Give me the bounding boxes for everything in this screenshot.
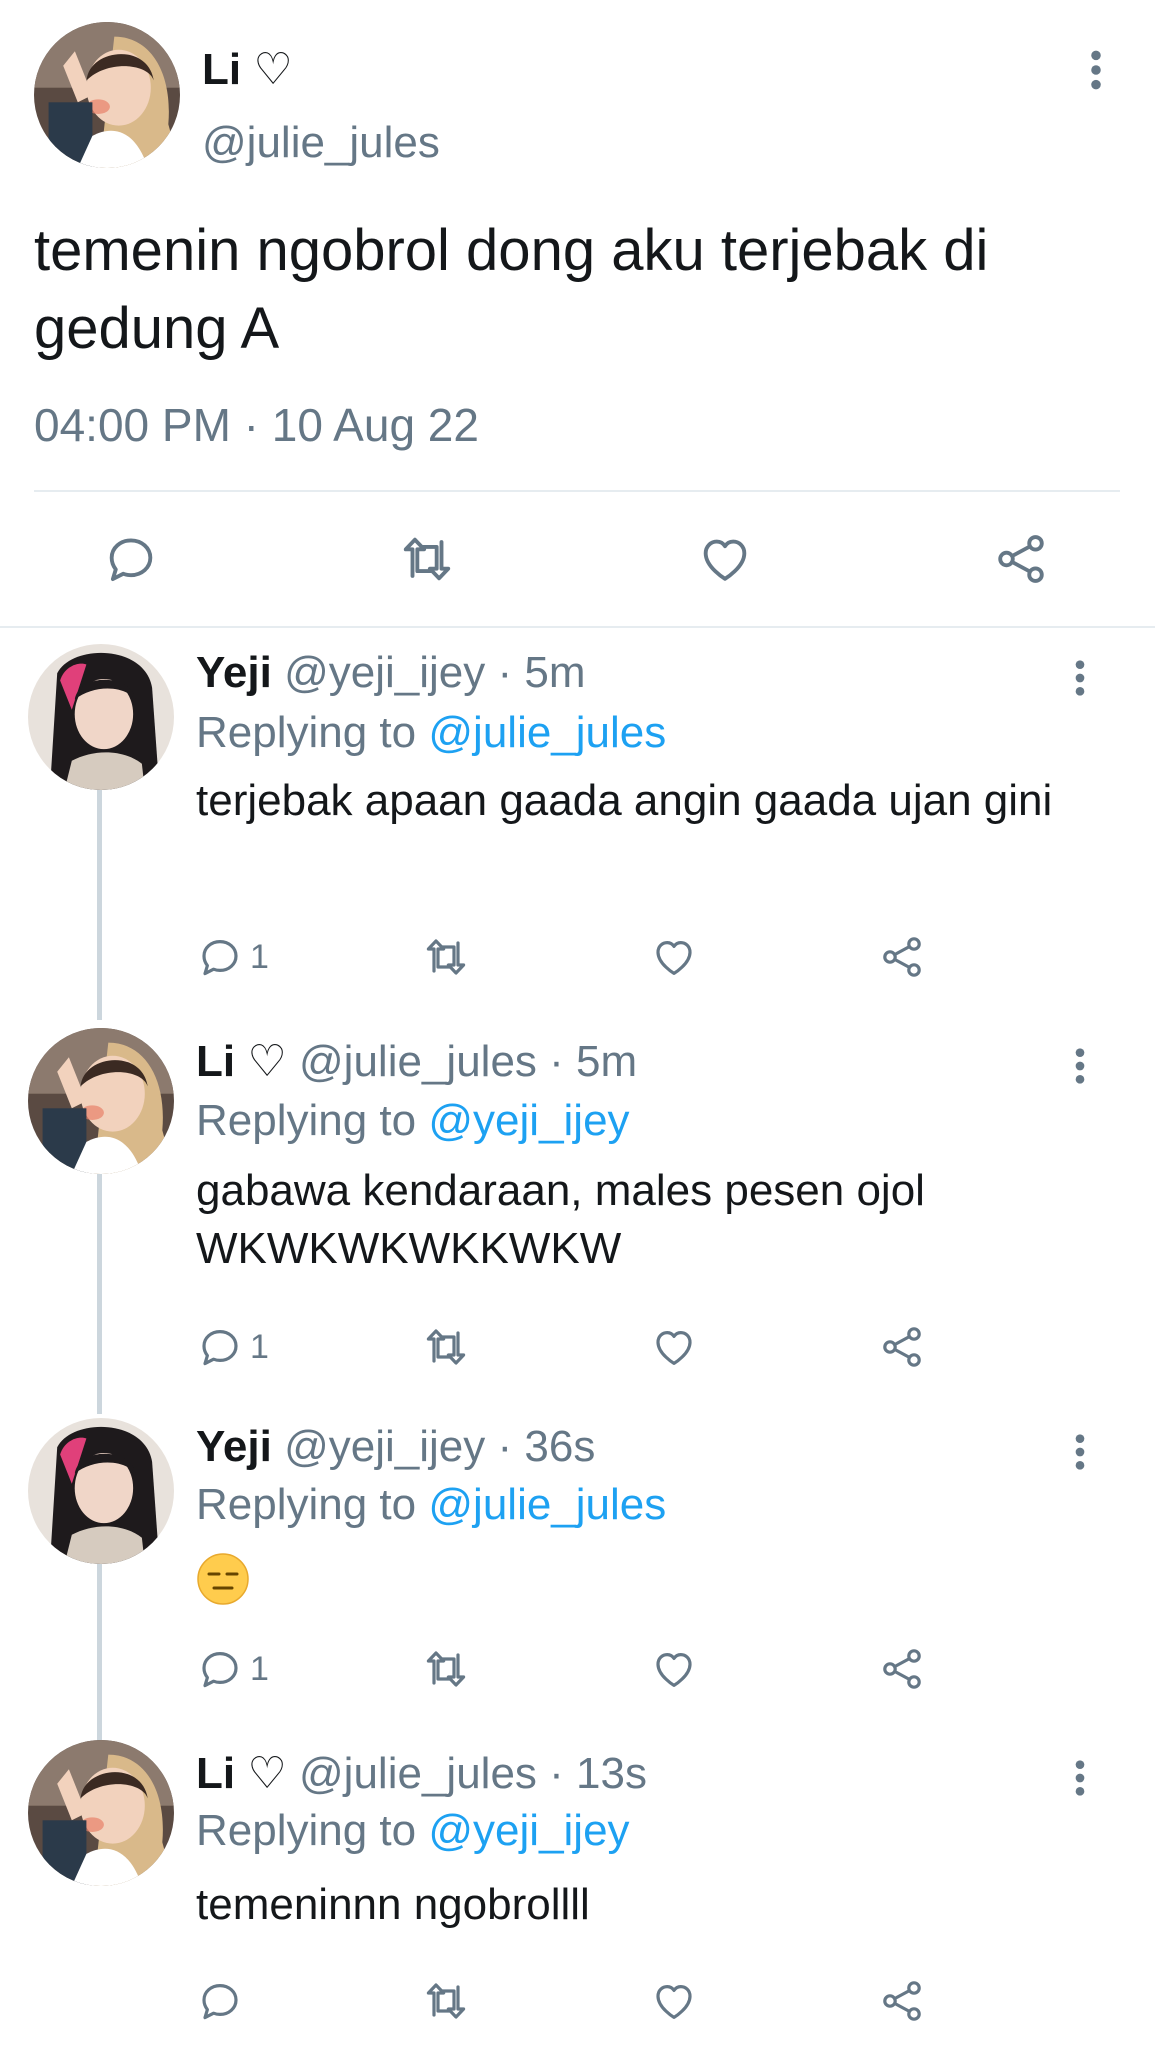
avatar[interactable]: [28, 1418, 174, 1564]
replying-label: Replying to: [196, 1096, 417, 1145]
more-options-icon[interactable]: [1080, 48, 1112, 92]
reply-button[interactable]: [196, 1976, 244, 2026]
retweet-icon[interactable]: [422, 1322, 470, 1372]
reply-count: 1: [250, 1327, 269, 1366]
reply-count: 1: [250, 1649, 269, 1688]
author-handle[interactable]: @julie_jules: [299, 1749, 537, 1798]
author-name[interactable]: Li ♡: [202, 44, 293, 95]
reply-count: 1: [250, 937, 269, 976]
author-name[interactable]: Yeji: [196, 1422, 272, 1471]
reply-button[interactable]: 1: [196, 1644, 269, 1694]
share-icon[interactable]: [878, 932, 926, 982]
replying-to-link[interactable]: @yeji_ijey: [428, 1806, 629, 1855]
more-options-icon[interactable]: [1064, 1432, 1096, 1476]
reply-text: [196, 1552, 1096, 1621]
author-handle[interactable]: @julie_jules: [202, 118, 440, 168]
reply-header: Yeji @yeji_ijey · 5m: [196, 648, 586, 698]
author-name[interactable]: Li ♡: [196, 1037, 287, 1086]
retweet-icon[interactable]: [422, 932, 470, 982]
share-icon[interactable]: [992, 530, 1050, 588]
reply-time: · 5m: [549, 1037, 638, 1086]
reply-icon[interactable]: [102, 530, 160, 588]
divider: [34, 490, 1120, 492]
share-icon[interactable]: [878, 1976, 926, 2026]
avatar[interactable]: [28, 1028, 174, 1174]
retweet-icon[interactable]: [422, 1976, 470, 2026]
reply-button[interactable]: 1: [196, 932, 269, 982]
replying-label: Replying to: [196, 708, 417, 757]
reply-time: · 5m: [497, 648, 586, 697]
reply-time: · 13s: [549, 1749, 647, 1798]
reply-text: terjebak apaan gaada angin gaada ujan gi…: [196, 776, 1053, 825]
retweet-icon[interactable]: [422, 1644, 470, 1694]
reply-icon[interactable]: [196, 933, 244, 981]
reply-icon[interactable]: [196, 1323, 244, 1371]
replying-to-link[interactable]: @julie_jules: [428, 708, 666, 757]
replying-to: Replying to @yeji_ijey: [196, 1096, 630, 1146]
like-icon[interactable]: [696, 530, 754, 588]
retweet-icon[interactable]: [398, 530, 456, 588]
share-icon[interactable]: [878, 1644, 926, 1694]
reply-header: Li ♡ @julie_jules · 13s: [196, 1748, 647, 1799]
replying-label: Replying to: [196, 1806, 417, 1855]
tweet-text: temenin ngobrol dong aku terjebak di ged…: [34, 218, 989, 361]
reply-text: temeninnn ngobrollll: [196, 1880, 590, 1929]
replying-to: Replying to @julie_jules: [196, 1480, 666, 1530]
author-handle[interactable]: @yeji_ijey: [284, 648, 485, 697]
replying-to-link[interactable]: @yeji_ijey: [428, 1096, 629, 1145]
replying-to-link[interactable]: @julie_jules: [428, 1480, 666, 1529]
author-handle[interactable]: @yeji_ijey: [284, 1422, 485, 1471]
avatar[interactable]: [28, 644, 174, 790]
thread-line: [97, 1174, 102, 1414]
reply-header: Li ♡ @julie_jules · 5m: [196, 1036, 637, 1087]
reply-header: Yeji @yeji_ijey · 36s: [196, 1422, 595, 1472]
avatar[interactable]: [34, 22, 180, 168]
more-options-icon[interactable]: [1064, 1046, 1096, 1090]
expressionless-face-emoji: [197, 1553, 249, 1605]
reply-button[interactable]: 1: [196, 1322, 269, 1372]
replying-label: Replying to: [196, 1480, 417, 1529]
share-icon[interactable]: [878, 1322, 926, 1372]
main-tweet: Li ♡ @julie_jules temenin ngobrol dong a…: [0, 0, 1155, 628]
more-options-icon[interactable]: [1064, 1758, 1096, 1802]
like-icon[interactable]: [650, 1976, 698, 2026]
reply-text: gabawa kendaraan, males pesen ojol WKWKW…: [196, 1166, 925, 1273]
more-options-icon[interactable]: [1064, 658, 1096, 702]
reply-icon[interactable]: [196, 1977, 244, 2025]
author-name[interactable]: Yeji: [196, 648, 272, 697]
like-icon[interactable]: [650, 932, 698, 982]
avatar[interactable]: [28, 1740, 174, 1886]
thread-line: [97, 790, 102, 1020]
replying-to: Replying to @yeji_ijey: [196, 1806, 630, 1856]
thread-line: [97, 1564, 102, 1756]
reply-icon[interactable]: [196, 1645, 244, 1693]
reply-time: · 36s: [497, 1422, 596, 1471]
like-icon[interactable]: [650, 1322, 698, 1372]
author-handle[interactable]: @julie_jules: [299, 1037, 537, 1086]
tweet-timestamp: 04:00 PM · 10 Aug 22: [34, 399, 479, 451]
author-name[interactable]: Li ♡: [196, 1749, 287, 1798]
like-icon[interactable]: [650, 1644, 698, 1694]
replying-to: Replying to @julie_jules: [196, 708, 666, 758]
